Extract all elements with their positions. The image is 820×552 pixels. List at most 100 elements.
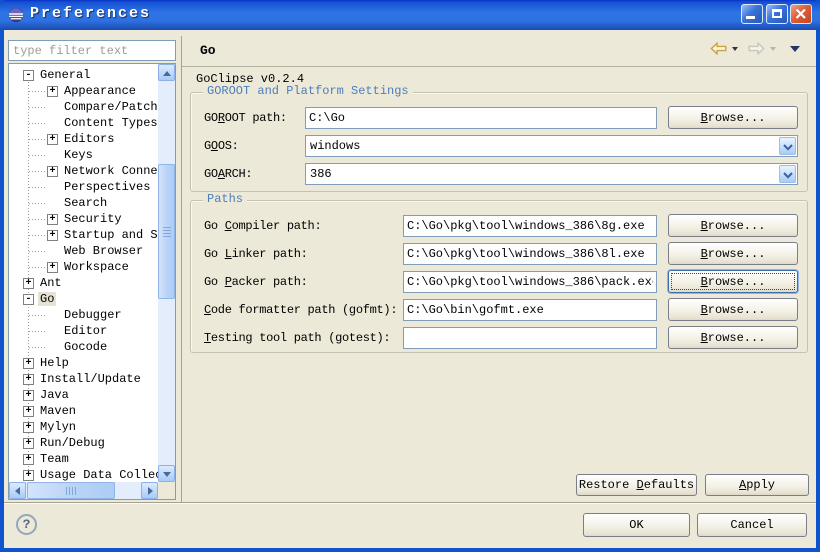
sidebar-item-go[interactable]: -Go (9, 291, 158, 307)
minimize-button[interactable] (741, 4, 763, 24)
scroll-up-button[interactable] (158, 64, 175, 81)
restore-defaults-button[interactable]: Restore Defaults (576, 474, 697, 496)
compiler-path-input[interactable] (403, 215, 657, 237)
sidebar-item-label: Security (62, 212, 124, 226)
combo-dropdown-button[interactable] (779, 165, 796, 183)
apply-button[interactable]: Apply (705, 474, 809, 496)
sidebar-item-perspectives[interactable]: Perspectives (9, 179, 158, 195)
sidebar-item-keys[interactable]: Keys (9, 147, 158, 163)
sidebar-item-label: Workspace (62, 260, 131, 274)
sidebar-item-label: Go (38, 292, 56, 306)
packer-path-input[interactable] (403, 271, 657, 293)
compiler-browse-button[interactable]: Browse... (668, 214, 798, 237)
expand-toggle-icon[interactable]: + (23, 470, 34, 481)
sidebar-item-appearance[interactable]: +Appearance (9, 83, 158, 99)
sidebar-item-network-connections[interactable]: +Network Connect (9, 163, 158, 179)
expand-toggle-icon[interactable]: + (47, 134, 58, 145)
sidebar-item-compare-patch[interactable]: Compare/Patch (9, 99, 158, 115)
maximize-icon (772, 9, 782, 18)
gofmt-browse-button[interactable]: Browse... (668, 298, 798, 321)
sidebar-item-label: Ant (38, 276, 64, 290)
sidebar-item-label: Search (62, 196, 109, 210)
sidebar-item-help[interactable]: +Help (9, 355, 158, 371)
collapse-toggle-icon[interactable]: - (23, 294, 34, 305)
gotest-browse-button[interactable]: Browse... (668, 326, 798, 349)
filter-input[interactable] (8, 40, 176, 61)
expand-toggle-icon[interactable]: + (23, 438, 34, 449)
sidebar-item-workspace[interactable]: + Workspace (9, 259, 158, 275)
linker-path-input[interactable] (403, 243, 657, 265)
sidebar-item-usage-data-collector[interactable]: +Usage Data Collect (9, 467, 158, 482)
sidebar-item-security[interactable]: + Security (9, 211, 158, 227)
close-icon (795, 8, 807, 20)
sidebar-item-label: Compare/Patch (62, 100, 158, 114)
sidebar-item-java[interactable]: +Java (9, 387, 158, 403)
gotest-path-input[interactable] (403, 327, 657, 349)
ok-button[interactable]: OK (583, 513, 690, 537)
scroll-left-button[interactable] (9, 482, 26, 499)
expand-toggle-icon[interactable]: + (23, 454, 34, 465)
collapse-toggle-icon[interactable]: - (23, 70, 34, 81)
close-button[interactable] (790, 4, 812, 24)
sidebar-item-web-browser[interactable]: Web Browser (9, 243, 158, 259)
page-title: Go (200, 43, 216, 58)
sidebar-item-mylyn[interactable]: +Mylyn (9, 419, 158, 435)
sidebar-item-maven[interactable]: +Maven (9, 403, 158, 419)
sidebar-item-label: Keys (62, 148, 95, 162)
expand-toggle-icon[interactable]: + (47, 214, 58, 225)
sidebar-item-run-debug[interactable]: +Run/Debug (9, 435, 158, 451)
horizontal-scroll-thumb[interactable] (27, 482, 115, 499)
sidebar-item-ant[interactable]: + Ant (9, 275, 158, 291)
tree-vertical-scrollbar[interactable] (158, 64, 175, 482)
sidebar-item-startup-and-shutdown[interactable]: +Startup and Shu (9, 227, 158, 243)
minimize-icon (746, 16, 755, 19)
goroot-path-input[interactable] (305, 107, 657, 129)
expand-toggle-icon[interactable]: + (47, 86, 58, 97)
sidebar-item-go-debugger[interactable]: Debugger (9, 307, 158, 323)
expand-toggle-icon[interactable]: + (23, 358, 34, 369)
cancel-button[interactable]: Cancel (697, 513, 807, 537)
view-menu-icon[interactable] (790, 46, 800, 52)
gofmt-path-input[interactable] (403, 299, 657, 321)
tree-horizontal-scrollbar[interactable] (9, 482, 158, 499)
goos-label: GOOS: (204, 135, 239, 157)
combo-dropdown-button[interactable] (779, 137, 796, 155)
title-bar[interactable]: Preferences (0, 0, 820, 30)
sidebar-item-general[interactable]: -General (9, 67, 158, 83)
sidebar-item-team[interactable]: +Team (9, 451, 158, 467)
vertical-scroll-thumb[interactable] (158, 164, 175, 299)
maximize-button[interactable] (766, 4, 788, 24)
goarch-combobox[interactable]: 386 (305, 163, 798, 185)
packer-path-label: Go Packer path: (204, 271, 308, 293)
expand-toggle-icon[interactable]: + (47, 262, 58, 273)
goos-combobox[interactable]: windows (305, 135, 798, 157)
help-button[interactable]: ? (16, 514, 37, 535)
sidebar-item-content-types[interactable]: Content Types (9, 115, 158, 131)
expand-toggle-icon[interactable]: + (23, 406, 34, 417)
expand-toggle-icon[interactable]: + (47, 166, 58, 177)
sidebar-item-install-update[interactable]: + Install/Update (9, 371, 158, 387)
back-arrow-icon[interactable] (710, 42, 727, 55)
chevron-down-icon (783, 144, 793, 151)
back-history-dropdown-icon[interactable] (732, 47, 738, 51)
forward-arrow-icon[interactable] (748, 42, 765, 55)
sidebar-item-go-gocode[interactable]: Gocode (9, 339, 158, 355)
sidebar-item-label: Install/Update (38, 372, 143, 386)
expand-toggle-icon[interactable]: + (47, 230, 58, 241)
forward-history-dropdown-icon[interactable] (770, 47, 776, 51)
packer-browse-button[interactable]: Browse... (668, 270, 798, 293)
panel-divider (181, 36, 182, 502)
scroll-right-button[interactable] (141, 482, 158, 499)
sidebar-item-label: Perspectives (62, 180, 152, 194)
scroll-right-icon (148, 487, 153, 495)
sidebar-item-search[interactable]: Search (9, 195, 158, 211)
expand-toggle-icon[interactable]: + (23, 390, 34, 401)
sidebar-item-go-editor[interactable]: Editor (9, 323, 158, 339)
sidebar-item-editors[interactable]: +Editors (9, 131, 158, 147)
expand-toggle-icon[interactable]: + (23, 422, 34, 433)
expand-toggle-icon[interactable]: + (23, 278, 34, 289)
goroot-browse-button[interactable]: Browse... (668, 106, 798, 129)
expand-toggle-icon[interactable]: + (23, 374, 34, 385)
linker-browse-button[interactable]: Browse... (668, 242, 798, 265)
scroll-down-button[interactable] (158, 465, 175, 482)
